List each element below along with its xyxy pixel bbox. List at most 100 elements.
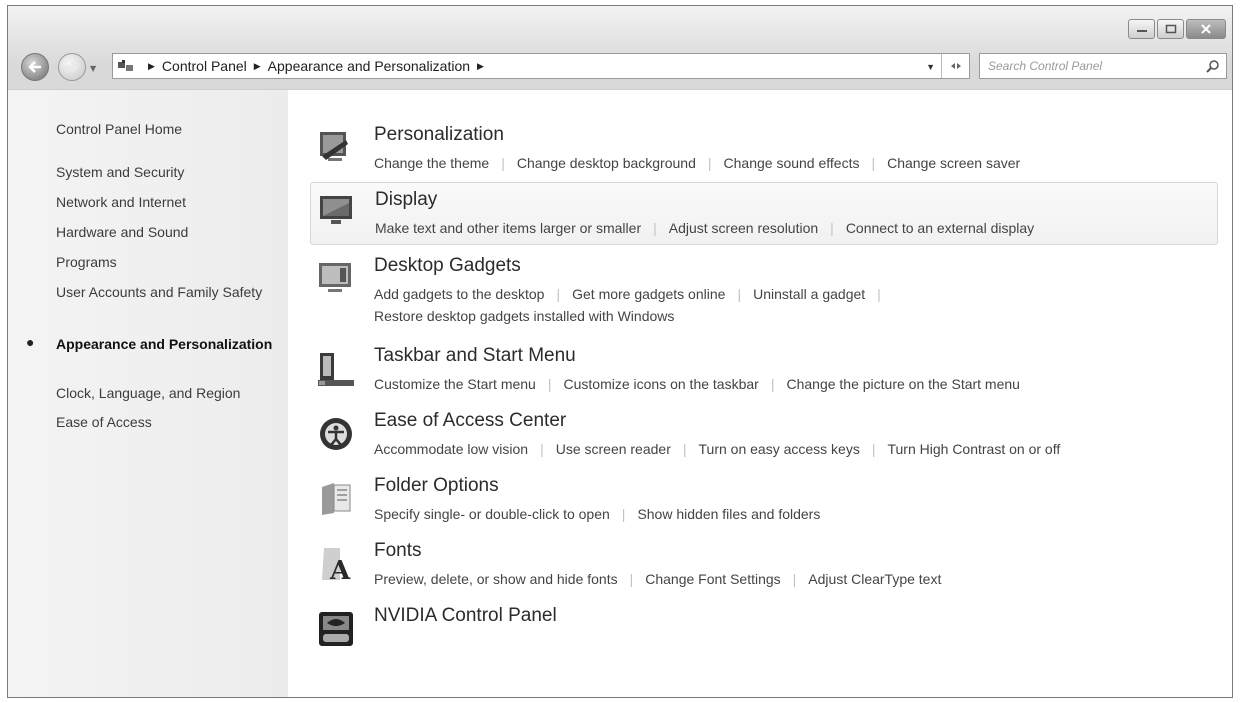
category-title[interactable]: Fonts — [374, 540, 422, 562]
category-nvidia-control-panel: NVIDIA Control Panel — [310, 605, 1218, 651]
sidebar: Control Panel Home System and Security N… — [8, 90, 288, 697]
breadcrumb-control-panel[interactable]: Control Panel — [162, 58, 247, 74]
sidebar-item-system-and-security[interactable]: System and Security — [56, 162, 281, 183]
desktop-gadgets-icon — [319, 263, 351, 292]
link-change-font-settings[interactable]: Change Font Settings — [645, 571, 780, 587]
link-change-screen-saver[interactable]: Change screen saver — [887, 155, 1020, 171]
link-preview-fonts[interactable]: Preview, delete, or show and hide fonts — [374, 571, 618, 587]
link-separator: | — [556, 286, 561, 302]
category-links: Add gadgets to the desktop | Get more gadg… — [374, 283, 1208, 327]
link-easy-access-keys[interactable]: Turn on easy access keys — [699, 441, 860, 457]
category-title[interactable]: NVIDIA Control Panel — [374, 605, 557, 627]
search-input[interactable] — [988, 54, 1198, 78]
search-box[interactable] — [979, 53, 1227, 79]
address-bar[interactable]: ▶ Control Panel ▶ Appearance and Persona… — [112, 53, 970, 79]
sidebar-item-ease-of-access[interactable]: Ease of Access — [56, 412, 281, 433]
chevron-right-icon: ▶ — [148, 60, 155, 71]
recent-pages-dropdown[interactable]: ▼ — [90, 64, 96, 73]
link-separator: | — [653, 220, 657, 236]
personalization-icon — [320, 132, 348, 161]
search-icon[interactable] — [1206, 59, 1220, 73]
minimize-icon — [1136, 30, 1147, 32]
link-separator: | — [877, 286, 881, 302]
link-get-more-gadgets[interactable]: Get more gadgets online — [572, 286, 725, 302]
maximize-button[interactable] — [1157, 19, 1184, 39]
forward-button[interactable] — [58, 53, 86, 81]
minimize-button[interactable] — [1128, 19, 1155, 39]
category-folder-options: Folder Options Specify single- or double… — [310, 475, 1218, 527]
sidebar-item-network-and-internet[interactable]: Network and Internet — [56, 192, 281, 213]
link-connect-external-display[interactable]: Connect to an external display — [846, 220, 1034, 236]
category-title[interactable]: Taskbar and Start Menu — [374, 345, 576, 367]
svg-text:A: A — [329, 556, 351, 584]
back-arrow-icon — [28, 61, 41, 73]
display-icon — [320, 196, 352, 224]
category-links: Make text and other items larger or smal… — [375, 217, 1207, 239]
sidebar-item-appearance-and-personalization[interactable]: Appearance and Personalization — [56, 334, 281, 355]
taskbar-icon — [318, 353, 354, 386]
close-button[interactable] — [1186, 19, 1226, 39]
address-dropdown-icon[interactable]: ▼ — [926, 62, 935, 72]
link-change-theme[interactable]: Change the theme — [374, 155, 489, 171]
refresh-button[interactable] — [941, 54, 969, 78]
control-panel-icon — [113, 59, 141, 73]
link-separator: | — [792, 571, 797, 587]
link-adjust-cleartype[interactable]: Adjust ClearType text — [808, 571, 941, 587]
link-single-double-click[interactable]: Specify single- or double-click to open — [374, 506, 610, 522]
link-accommodate-low-vision[interactable]: Accommodate low vision — [374, 441, 528, 457]
link-change-sound-effects[interactable]: Change sound effects — [724, 155, 860, 171]
link-use-screen-reader[interactable]: Use screen reader — [556, 441, 671, 457]
category-fonts: A Fonts Preview, delete, or show and hid… — [310, 540, 1218, 592]
link-show-hidden-files[interactable]: Show hidden files and folders — [637, 506, 820, 522]
category-desktop-gadgets: Desktop Gadgets Add gadgets to the deskt… — [310, 255, 1218, 333]
chevron-right-icon[interactable]: ▶ — [254, 61, 261, 72]
forward-arrow-icon — [66, 61, 79, 73]
link-separator: | — [770, 376, 775, 392]
link-make-text-larger[interactable]: Make text and other items larger or smal… — [375, 220, 641, 236]
sidebar-item-hardware-and-sound[interactable]: Hardware and Sound — [56, 222, 281, 243]
ease-of-access-icon — [320, 418, 352, 450]
breadcrumb-appearance[interactable]: Appearance and Personalization — [268, 58, 470, 74]
navigation-bar: ▼ ▶ Control Panel ▶ Appearance and Perso… — [16, 52, 1227, 82]
category-title[interactable]: Ease of Access Center — [374, 410, 566, 432]
fonts-icon: A — [322, 548, 351, 584]
link-separator: | — [682, 441, 687, 457]
link-adjust-screen-resolution[interactable]: Adjust screen resolution — [669, 220, 818, 236]
link-separator: | — [707, 155, 712, 171]
category-links: Change the theme | Change desktop backgrou… — [374, 152, 1208, 174]
category-taskbar-start-menu: Taskbar and Start Menu Customize the Sta… — [310, 345, 1218, 397]
link-separator: | — [871, 155, 876, 171]
link-separator: | — [540, 441, 544, 457]
category-title[interactable]: Personalization — [374, 124, 504, 146]
category-title[interactable]: Display — [375, 189, 437, 211]
maximize-icon — [1165, 24, 1176, 34]
folder-options-icon — [322, 483, 351, 515]
link-customize-start-menu[interactable]: Customize the Start menu — [374, 376, 536, 392]
category-title[interactable]: Folder Options — [374, 475, 499, 497]
category-display: Display Make text and other items larger… — [310, 182, 1218, 245]
link-high-contrast[interactable]: Turn High Contrast on or off — [887, 441, 1060, 457]
link-change-start-menu-picture[interactable]: Change the picture on the Start menu — [786, 376, 1019, 392]
content-area: Control Panel Home System and Security N… — [8, 89, 1232, 697]
window-controls — [1128, 19, 1226, 39]
sidebar-item-user-accounts[interactable]: User Accounts and Family Safety — [56, 282, 281, 303]
link-separator: | — [621, 506, 626, 522]
link-customize-taskbar-icons[interactable]: Customize icons on the taskbar — [564, 376, 759, 392]
link-change-desktop-background[interactable]: Change desktop background — [517, 155, 696, 171]
link-separator: | — [501, 155, 505, 171]
chevron-right-icon[interactable]: ▶ — [477, 61, 484, 72]
link-uninstall-gadget[interactable]: Uninstall a gadget — [753, 286, 865, 302]
active-bullet-icon: ● — [26, 334, 35, 350]
sidebar-item-clock-language-region[interactable]: Clock, Language, and Region — [56, 383, 281, 404]
category-links: Specify single- or double-click to open |… — [374, 503, 1208, 525]
link-separator: | — [830, 220, 834, 236]
link-add-gadgets[interactable]: Add gadgets to the desktop — [374, 286, 544, 302]
sidebar-item-control-panel-home[interactable]: Control Panel Home — [56, 119, 281, 140]
link-restore-gadgets[interactable]: Restore desktop gadgets installed with W… — [374, 308, 674, 324]
category-links: Preview, delete, or show and hide fonts |… — [374, 568, 1208, 590]
back-button[interactable] — [21, 53, 49, 81]
category-links: Accommodate low vision | Use screen reader… — [374, 438, 1208, 460]
category-title[interactable]: Desktop Gadgets — [374, 255, 521, 277]
sidebar-item-programs[interactable]: Programs — [56, 252, 281, 273]
category-personalization: Personalization Change the theme | Change … — [310, 124, 1218, 176]
